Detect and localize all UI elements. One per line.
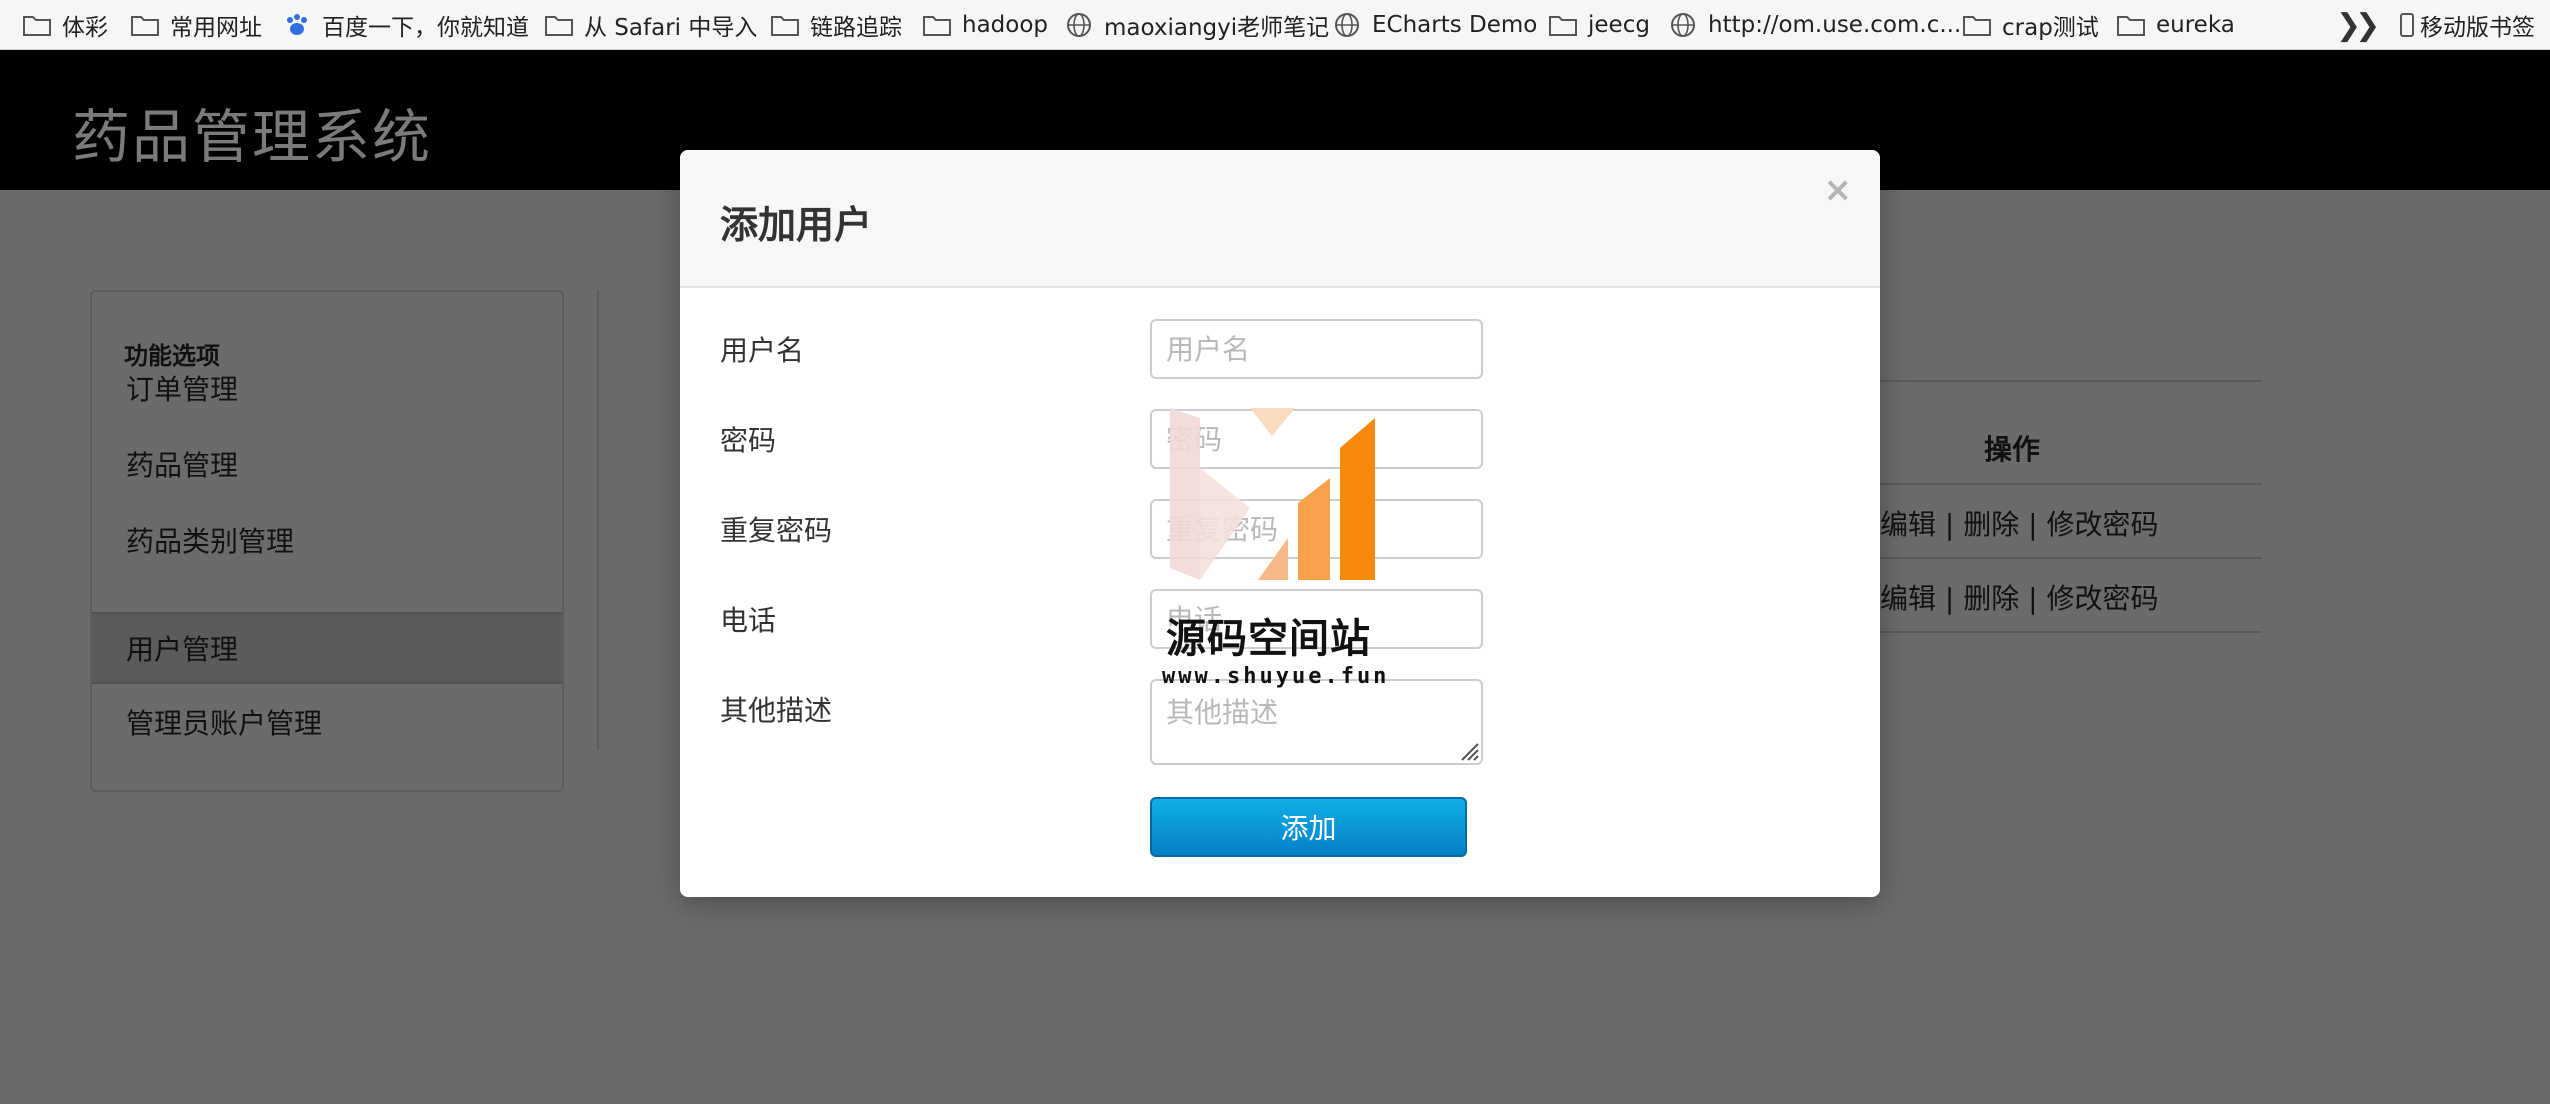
modal-header: 添加用户 × bbox=[680, 150, 1880, 288]
phone-label: 电话 bbox=[720, 604, 777, 637]
bookmark-label: eureka bbox=[2156, 12, 2235, 38]
sidebar-item-label: 药品类别管理 bbox=[126, 525, 295, 558]
password-label: 密码 bbox=[720, 424, 777, 457]
folder-icon bbox=[545, 16, 573, 36]
globe-icon bbox=[1671, 13, 1695, 37]
bookmark-label: maoxiangyi老师笔记 bbox=[1104, 15, 1330, 41]
table-row-actions[interactable]: 编辑 | 删除 | 修改密码 bbox=[1880, 577, 2158, 617]
watermark-text: 源码空间站 bbox=[1166, 616, 1371, 662]
table-top-border bbox=[1878, 380, 2262, 382]
username-field[interactable] bbox=[1150, 319, 1483, 379]
baidu-paw-icon bbox=[287, 14, 307, 35]
mobile-bookmarks[interactable]: 移动版书签 bbox=[2398, 0, 2535, 50]
sidebar-item-label: 药品管理 bbox=[126, 449, 239, 482]
description-label: 其他描述 bbox=[720, 694, 833, 727]
sidebar-item-orders[interactable]: 订单管理 bbox=[92, 352, 562, 424]
bookmark-label: ECharts Demo bbox=[1372, 12, 1538, 38]
repeat-password-label: 重复密码 bbox=[720, 514, 833, 547]
username-label: 用户名 bbox=[720, 334, 805, 367]
folder-icon bbox=[1549, 16, 1577, 36]
globe-icon bbox=[1335, 13, 1359, 37]
double-chevron-icon[interactable]: ❯❯ bbox=[2336, 0, 2380, 50]
sidebar: 功能选项 订单管理 药品管理 药品类别管理 用户管理 管理员账户管理 bbox=[90, 290, 564, 792]
sidebar-item-drug-categories[interactable]: 药品类别管理 bbox=[92, 504, 562, 576]
mobile-bookmarks-label: 移动版书签 bbox=[2420, 15, 2535, 41]
sidebar-item-drugs[interactable]: 药品管理 bbox=[92, 428, 562, 500]
table-header-actions: 操作 bbox=[1984, 433, 2041, 466]
folder-icon bbox=[923, 16, 951, 36]
bookmark-item[interactable]: 链路追踪 bbox=[770, 0, 902, 50]
bookmark-label: 常用网址 bbox=[170, 15, 262, 41]
bookmark-item[interactable]: maoxiangyi老师笔记 bbox=[1064, 0, 1329, 50]
add-button[interactable]: 添加 bbox=[1150, 797, 1467, 857]
bookmarks-bar: 体彩 常用网址 百度一下，你就知道 从 Safari 中导入 链路追踪 hado… bbox=[0, 0, 2550, 50]
bookmark-item[interactable]: crap测试 bbox=[1962, 0, 2099, 50]
bookmark-item[interactable]: http://om.use.com.c... bbox=[1668, 0, 1961, 50]
phone-icon bbox=[2400, 13, 2414, 37]
sidebar-item-users[interactable]: 用户管理 bbox=[92, 612, 562, 684]
sidebar-item-label: 订单管理 bbox=[126, 373, 239, 406]
sidebar-item-label: 用户管理 bbox=[126, 633, 239, 666]
resize-grip-icon[interactable] bbox=[1458, 740, 1480, 762]
bookmark-item[interactable]: 从 Safari 中导入 bbox=[544, 0, 757, 50]
folder-icon bbox=[23, 16, 51, 36]
bookmark-item[interactable]: 百度一下，你就知道 bbox=[282, 0, 529, 50]
bookmark-label: crap测试 bbox=[2002, 15, 2099, 41]
table-row-border bbox=[1878, 557, 2262, 559]
content-divider bbox=[597, 290, 599, 750]
bookmark-label: jeecg bbox=[1588, 12, 1650, 38]
watermark-url: www.shuyue.fun bbox=[1162, 664, 1390, 689]
bookmark-label: 链路追踪 bbox=[810, 15, 902, 41]
bookmark-item[interactable]: eureka bbox=[2116, 0, 2235, 50]
table-header-border bbox=[1878, 483, 2262, 485]
bookmark-label: 从 Safari 中导入 bbox=[584, 15, 758, 41]
bookmark-label: hadoop bbox=[962, 12, 1049, 38]
close-icon[interactable]: × bbox=[1824, 170, 1853, 210]
globe-icon bbox=[1067, 13, 1091, 37]
bookmark-item[interactable]: 常用网址 bbox=[130, 0, 262, 50]
bookmark-item[interactable]: 体彩 bbox=[22, 0, 108, 50]
bookmark-item[interactable]: jeecg bbox=[1548, 0, 1650, 50]
sidebar-item-admin-accounts[interactable]: 管理员账户管理 bbox=[92, 686, 562, 758]
bookmark-label: 体彩 bbox=[62, 15, 108, 41]
watermark-logo-icon bbox=[1170, 408, 1375, 580]
description-field[interactable] bbox=[1150, 679, 1483, 765]
folder-icon bbox=[1963, 16, 1991, 36]
folder-icon bbox=[771, 16, 799, 36]
app-title: 药品管理系统 bbox=[72, 103, 433, 171]
bookmark-label: http://om.use.com.c... bbox=[1708, 12, 1962, 38]
table-row-actions[interactable]: 编辑 | 删除 | 修改密码 bbox=[1880, 503, 2158, 543]
folder-icon bbox=[2117, 16, 2145, 36]
bookmark-item[interactable]: ECharts Demo bbox=[1332, 0, 1537, 50]
sidebar-item-label: 管理员账户管理 bbox=[126, 707, 323, 740]
folder-icon bbox=[131, 16, 159, 36]
table-row-border bbox=[1878, 631, 2262, 633]
bookmark-label: 百度一下，你就知道 bbox=[322, 15, 529, 41]
modal-title: 添加用户 bbox=[720, 203, 873, 247]
bookmark-item[interactable]: hadoop bbox=[922, 0, 1048, 50]
